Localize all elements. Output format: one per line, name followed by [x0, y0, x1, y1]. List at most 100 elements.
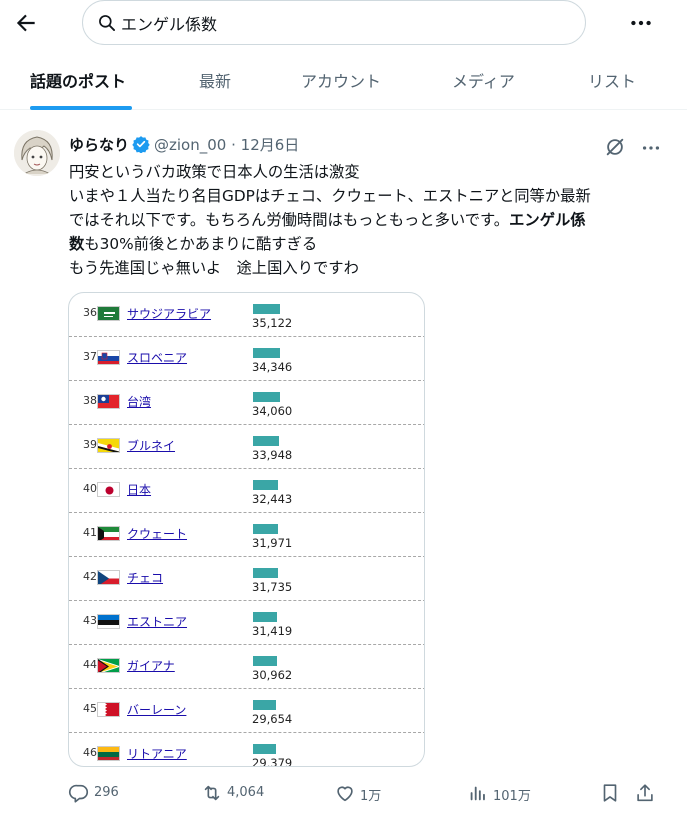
top-bar — [0, 0, 687, 48]
country-link[interactable]: 台湾 — [127, 393, 151, 410]
table-row: 36 サウジアラビア 35,122 — [69, 293, 424, 337]
tweet-line: 数も30%前後とかあまりに酷すぎる — [69, 232, 669, 256]
tab-media[interactable]: メディア — [452, 68, 515, 108]
country-link[interactable]: リトアニア — [127, 745, 187, 762]
table-row: 44 ガイアナ 30,962 — [69, 645, 424, 689]
tweet-text: 円安というバカ政策で日本人の生活は激変 いまや１人当たり名目GDPはチェコ、クウ… — [69, 160, 669, 280]
estonia-flag-icon — [97, 614, 120, 629]
country-link[interactable]: バーレーン — [127, 701, 186, 718]
country-link[interactable]: クウェート — [127, 525, 187, 542]
grok-icon[interactable] — [604, 136, 626, 158]
heart-icon — [337, 786, 353, 802]
view-count: 101万 — [493, 789, 531, 804]
rank-number: 37 — [83, 350, 97, 363]
reply-icon — [69, 784, 89, 803]
gdp-value: 34,060 — [252, 404, 293, 418]
country-link[interactable]: 日本 — [127, 481, 151, 498]
rank-number: 40 — [83, 482, 97, 495]
bahrain-flag-icon — [97, 702, 120, 717]
czech-flag-icon — [97, 570, 120, 585]
tab-top-label: 話題のポスト — [30, 72, 127, 91]
japan-flag-icon — [97, 482, 120, 497]
table-row: 38 台湾 34,060 — [69, 381, 424, 425]
tweet-line: 円安というバカ政策で日本人の生活は激変 — [69, 163, 360, 181]
lithuania-flag-icon — [97, 746, 120, 761]
tab-latest[interactable]: 最新 — [199, 68, 231, 108]
date-separator: · — [231, 136, 236, 154]
search-highlight: エンゲル係 — [509, 211, 586, 229]
tab-active-indicator — [30, 106, 132, 110]
tweet-line-text: も30%前後とかあまりに酷すぎる — [84, 235, 318, 253]
rank-number: 42 — [83, 570, 97, 583]
tweet-line: いまや１人当たり名目GDPはチェコ、クウェート、エストニアと同等か最新 — [69, 187, 591, 205]
value-bar — [253, 700, 276, 710]
guyana-flag-icon — [97, 658, 120, 673]
analytics-icon — [470, 786, 485, 801]
value-bar — [253, 392, 280, 402]
table-row: 39 ブルネイ 33,948 — [69, 425, 424, 469]
taiwan-flag-icon — [97, 394, 120, 409]
country-link[interactable]: サウジアラビア — [127, 305, 211, 322]
tab-top[interactable]: 話題のポスト — [30, 68, 132, 110]
verified-badge-icon — [132, 136, 150, 153]
tweet-actions: 296 4,064 1万 101万 — [0, 776, 687, 810]
back-arrow-icon[interactable] — [13, 10, 39, 36]
table-row: 37 スロベニア 34,346 — [69, 337, 424, 381]
value-bar — [253, 480, 278, 490]
tab-lists[interactable]: リスト — [588, 68, 636, 108]
more-options-icon[interactable] — [640, 137, 662, 159]
gdp-value: 30,962 — [252, 668, 293, 682]
tab-people[interactable]: アカウント — [301, 68, 381, 108]
kuwait-flag-icon — [97, 526, 120, 541]
gdp-value: 31,419 — [252, 624, 293, 638]
repost-count: 4,064 — [227, 785, 265, 800]
tweet-line: ではそれ以下です。もちろん労働時間はもっともっと多いです。エンゲル係 — [69, 208, 669, 232]
country-link[interactable]: ブルネイ — [127, 437, 175, 454]
search-highlight: 数 — [69, 235, 85, 253]
avatar[interactable] — [14, 130, 60, 176]
saudi-flag-icon — [97, 306, 120, 321]
search-input[interactable] — [121, 9, 561, 37]
share-icon[interactable] — [634, 782, 656, 804]
tweet-line: もう先進国じゃ無いよ 途上国入りですわ — [69, 259, 359, 277]
tab-people-label: アカウント — [301, 72, 382, 91]
table-row: 43 エストニア 31,419 — [69, 601, 424, 645]
reply-count: 296 — [94, 785, 119, 800]
gdp-value: 34,346 — [252, 360, 293, 374]
tab-latest-label: 最新 — [199, 72, 232, 91]
table-row: 42 チェコ 31,735 — [69, 557, 424, 601]
search-box[interactable] — [82, 0, 586, 45]
country-link[interactable]: スロベニア — [127, 349, 187, 366]
more-options-icon[interactable] — [628, 10, 654, 36]
country-link[interactable]: エストニア — [127, 613, 187, 630]
gdp-value: 32,443 — [252, 492, 293, 506]
repost-icon — [204, 785, 220, 801]
rank-number: 39 — [83, 438, 97, 451]
search-icon — [99, 15, 116, 32]
table-row: 41 クウェート 31,971 — [69, 513, 424, 557]
rank-number: 45 — [83, 702, 97, 715]
gdp-value: 31,971 — [252, 536, 293, 550]
gdp-value: 29,654 — [252, 712, 293, 726]
attached-image[interactable]: 36 サウジアラビア 35,122 37 スロベニア 34,346 38 台湾 34,060 39… — [68, 292, 425, 767]
rank-number: 44 — [83, 658, 97, 671]
value-bar — [253, 612, 277, 622]
value-bar — [253, 656, 277, 666]
avatar-illustration-icon — [14, 130, 60, 176]
value-bar — [253, 348, 280, 358]
handle[interactable]: @zion_00 — [154, 136, 226, 154]
tab-media-label: メディア — [452, 72, 515, 91]
gdp-value: 35,122 — [252, 316, 293, 330]
rank-number: 46 — [83, 746, 97, 759]
gdp-value: 33,948 — [252, 448, 293, 462]
country-link[interactable]: ガイアナ — [127, 657, 175, 674]
country-link[interactable]: チェコ — [127, 569, 163, 586]
gdp-value: 29,379 — [252, 756, 293, 767]
bookmark-icon[interactable] — [599, 782, 621, 804]
tab-lists-label: リスト — [588, 72, 637, 91]
tweet-date[interactable]: 12月6日 — [241, 136, 300, 154]
rank-number: 36 — [83, 306, 97, 319]
table-row: 46 リトアニア 29,379 — [69, 733, 424, 767]
like-count: 1万 — [360, 789, 382, 804]
display-name[interactable]: ゆらなり — [69, 136, 129, 154]
